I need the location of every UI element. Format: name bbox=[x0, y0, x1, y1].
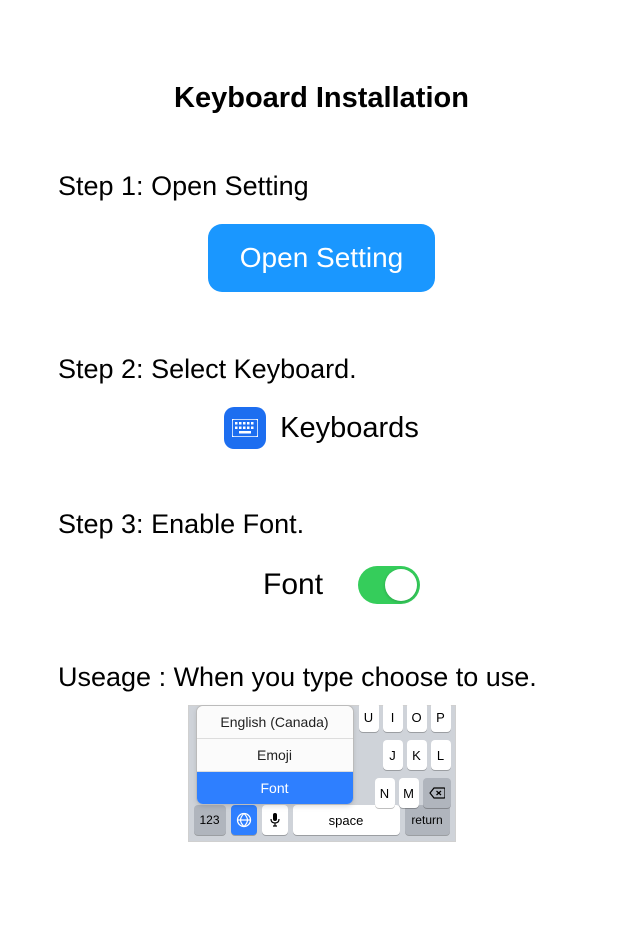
font-toggle[interactable] bbox=[358, 566, 420, 604]
usage-section: Useage : When you type choose to use. U … bbox=[0, 662, 643, 842]
numbers-key[interactable]: 123 bbox=[194, 805, 226, 835]
step3-label: Step 3: Enable Font. bbox=[58, 509, 585, 540]
keyboards-text: Keyboards bbox=[280, 412, 419, 445]
key-o[interactable]: O bbox=[407, 702, 427, 732]
key-row-1: U I O P bbox=[359, 702, 451, 732]
font-label: Font bbox=[263, 568, 323, 602]
toggle-knob bbox=[385, 569, 417, 601]
key-row-2: J K L bbox=[383, 740, 451, 770]
key-k[interactable]: K bbox=[407, 740, 427, 770]
lang-emoji[interactable]: Emoji bbox=[197, 739, 353, 772]
key-p[interactable]: P bbox=[431, 702, 451, 732]
font-toggle-row: Font bbox=[58, 566, 585, 604]
language-menu: English (Canada) Emoji Font bbox=[197, 706, 353, 804]
key-row-3: N M bbox=[375, 778, 451, 808]
globe-icon[interactable] bbox=[231, 805, 257, 835]
mic-icon[interactable] bbox=[262, 805, 288, 835]
step3-section: Step 3: Enable Font. Font bbox=[0, 509, 643, 604]
key-n[interactable]: N bbox=[375, 778, 395, 808]
lang-english[interactable]: English (Canada) bbox=[197, 706, 353, 739]
keyboard-top: U I O P J K L N M En bbox=[189, 706, 455, 800]
key-l[interactable]: L bbox=[431, 740, 451, 770]
step2-label: Step 2: Select Keyboard. bbox=[58, 354, 585, 385]
delete-key[interactable] bbox=[423, 778, 451, 808]
space-key[interactable]: space bbox=[293, 805, 400, 835]
key-m[interactable]: M bbox=[399, 778, 419, 808]
step1-label: Step 1: Open Setting bbox=[58, 171, 585, 202]
lang-font[interactable]: Font bbox=[197, 772, 353, 804]
keyboard-preview: U I O P J K L N M En bbox=[188, 705, 456, 842]
keyboard-icon bbox=[224, 407, 266, 449]
page-title: Keyboard Installation bbox=[0, 82, 643, 115]
step2-section: Step 2: Select Keyboard. Keyboards bbox=[0, 354, 643, 449]
return-key[interactable]: return bbox=[405, 805, 450, 835]
keyboards-row[interactable]: Keyboards bbox=[58, 407, 585, 449]
step1-section: Step 1: Open Setting Open Setting bbox=[0, 171, 643, 292]
key-u[interactable]: U bbox=[359, 702, 379, 732]
key-j[interactable]: J bbox=[383, 740, 403, 770]
usage-label: Useage : When you type choose to use. bbox=[58, 662, 585, 693]
open-setting-button[interactable]: Open Setting bbox=[208, 224, 435, 292]
key-i[interactable]: I bbox=[383, 702, 403, 732]
